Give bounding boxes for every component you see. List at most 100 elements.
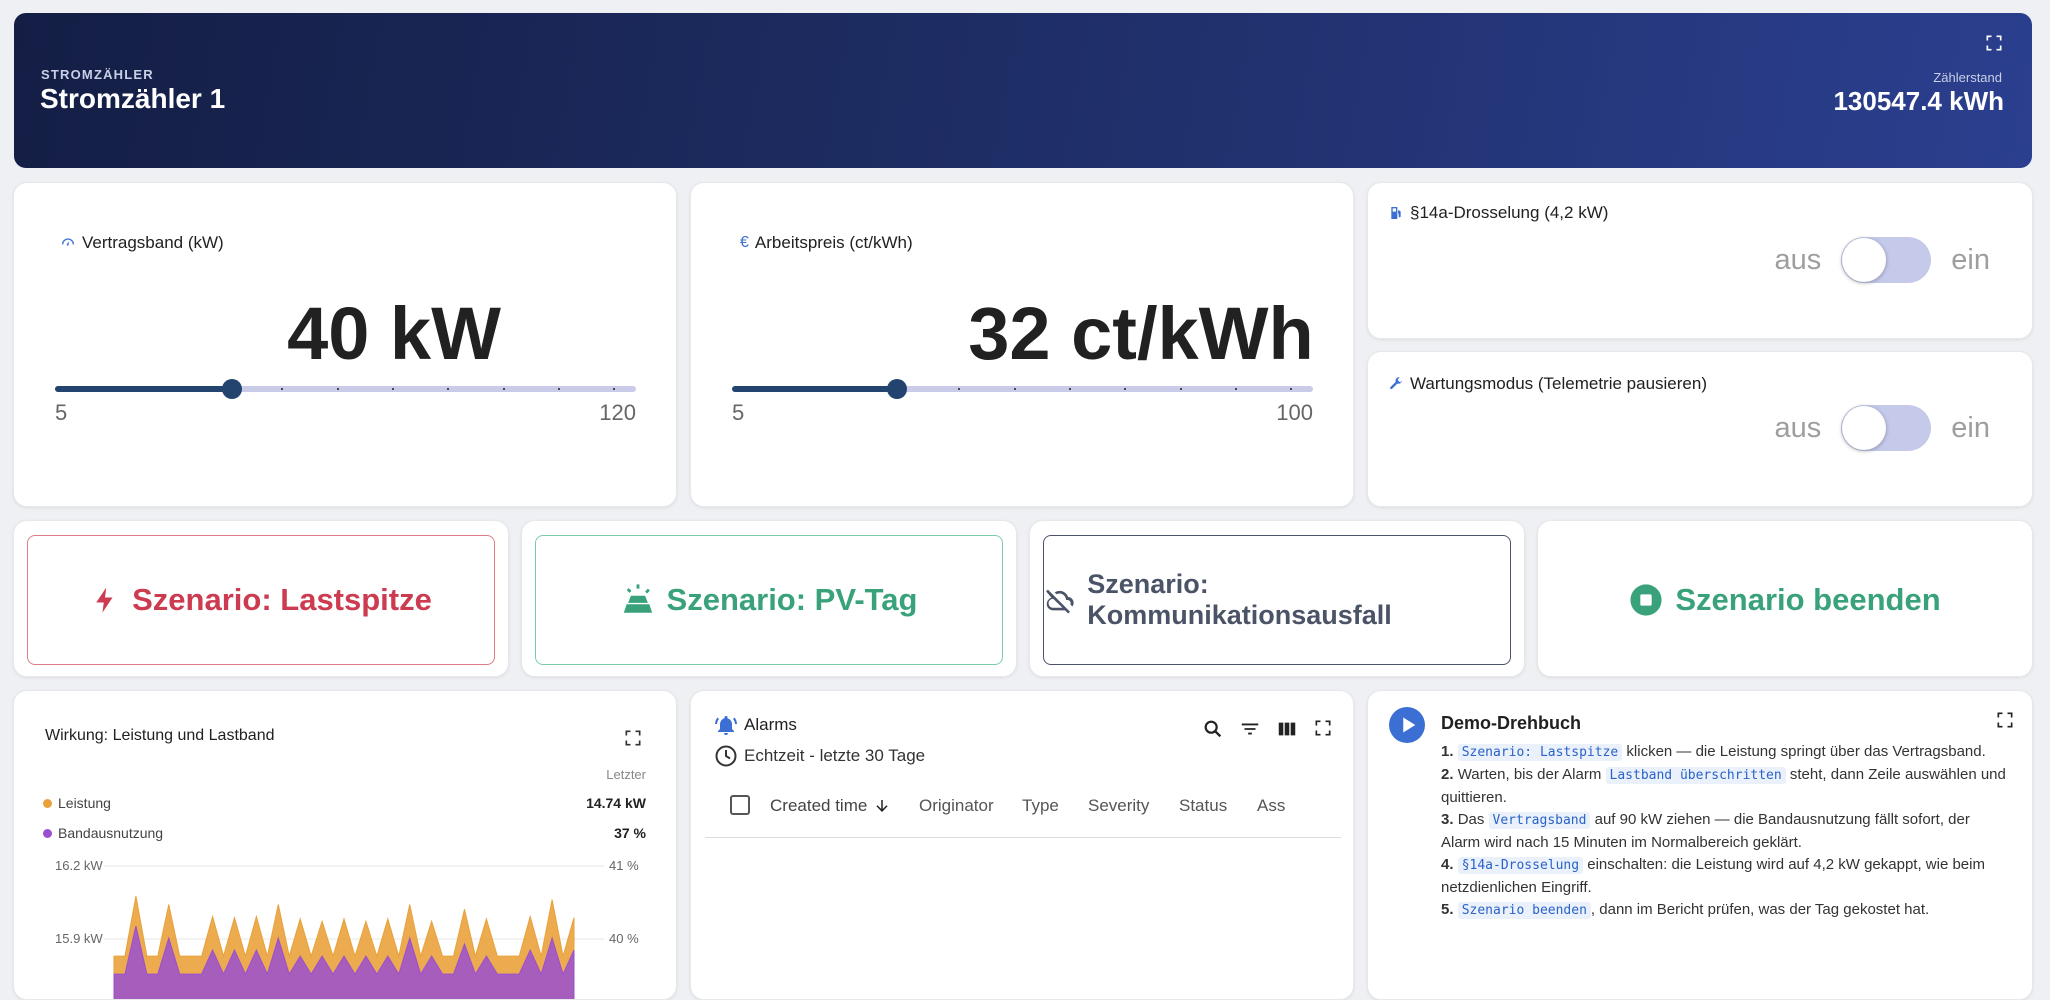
drehbuch-card: Demo-Drehbuch 1. Szenario: Lastspitze kl… [1367,690,2033,1000]
vertragsband-card: Vertragsband (kW) 40 kW 5 120 [13,182,677,507]
ev-charger-icon [1391,207,1401,219]
device-header: STROMZÄHLER Stromzähler 1 Zählerstand 13… [14,13,2032,168]
slider-tick [392,388,394,390]
slider-thumb[interactable] [887,379,908,399]
scenario-pv-card: Szenario: PV-Tag [521,520,1017,677]
wartung-toggle[interactable] [1841,405,1932,451]
slider-tick [1290,388,1293,390]
column-created-time[interactable]: Created time [770,796,891,816]
drosselung-on-label: ein [1951,243,1990,276]
column-originator[interactable]: Originator [919,796,994,816]
scenario-lastspitze-card: Szenario: Lastspitze [13,520,509,677]
slider-tick [336,388,339,390]
column-type[interactable]: Type [1022,796,1059,816]
drosselung-toggle[interactable] [1841,237,1932,283]
select-all-checkbox[interactable] [730,795,750,815]
alarms-card: Alarms Echtzeit - letzte 30 Tage Created… [690,690,1354,1000]
slider-tick [1124,388,1127,390]
scenario-lastspitze-button[interactable]: Szenario: Lastspitze [27,535,495,665]
drehbuch-step: 3. Das Vertragsband auf 90 kW ziehen — d… [1441,811,1970,851]
vertragsband-slider[interactable] [55,378,636,399]
fullscreen-icon[interactable] [1984,33,2004,53]
alarms-title: Alarms [744,715,797,734]
drosselung-title: §14a-Drosselung (4,2 kW) [1410,203,1609,222]
arbeitspreis-min: 5 [732,400,745,425]
drosselung-off-label: aus [1774,243,1822,276]
scenario-beenden-card: Szenario beenden [1537,520,2033,677]
bolt-icon [96,587,113,613]
slider-tick [1013,388,1016,390]
slider-thumb[interactable] [221,379,242,399]
chart-card: Wirkung: Leistung und Lastband Letzter L… [13,690,677,1000]
filter-icon[interactable] [1239,718,1261,740]
drehbuch-step: 1. Szenario: Lastspitze klicken — die Le… [1441,743,1986,761]
wartung-card: Wartungsmodus (Telemetrie pausieren) aus… [1367,351,2033,507]
slider-tick [281,388,284,390]
drehbuch-step: 5. Szenario beenden, dann im Bericht prü… [1441,901,1930,919]
clock-icon [715,745,737,767]
vertragsband-max: 120 [599,400,636,425]
code-chip: §14a-Drosselung [1457,857,1584,874]
drosselung-card: §14a-Drosselung (4,2 kW) aus ein [1367,182,2033,339]
play-icon[interactable] [1389,707,1425,743]
code-chip: Szenario: Lastspitze [1457,744,1623,761]
slider-tick [958,388,961,390]
arbeitspreis-slider[interactable] [732,378,1313,399]
column-severity[interactable]: Severity [1088,796,1149,816]
meter-reading-value: 130547.4 kWh [1833,86,2004,116]
vertragsband-min: 5 [55,400,68,425]
slider-tick [502,388,505,390]
gauge-icon [62,238,74,246]
column-status[interactable]: Status [1179,796,1227,816]
drehbuch-steps: 1. Szenario: Lastspitze klicken — die Le… [1441,741,2011,922]
fullscreen-icon[interactable] [1995,710,2015,730]
arrow-down-icon [876,800,888,812]
vertragsband-title: Vertragsband (kW) [82,233,224,252]
code-chip: Szenario beenden [1457,902,1591,919]
wartung-on-label: ein [1951,411,1990,444]
timewindow-selector[interactable]: Echtzeit - letzte 30 Tage [714,744,925,768]
slider-tick [613,388,616,390]
drehbuch-step: 4. §14a-Drosselung einschalten: die Leis… [1441,856,1985,896]
column-assignee[interactable]: Ass [1257,796,1285,816]
chart-plot [104,865,604,999]
solar-panel-icon [623,584,652,613]
meter-reading-label: Zählerstand [1933,70,2002,85]
device-type-label: STROMZÄHLER [41,67,154,82]
columns-icon[interactable] [1276,718,1298,740]
scenario-beenden-button[interactable]: Szenario beenden [1551,535,2019,665]
fullscreen-icon[interactable] [1313,718,1333,738]
vertragsband-value: 40 kW [287,292,501,375]
arbeitspreis-title: Arbeitspreis (ct/kWh) [754,233,913,252]
table-header-divider [705,837,1341,838]
bell-icon [715,716,737,735]
drehbuch-title: Demo-Drehbuch [1441,713,1582,733]
stop-circle-icon [1630,584,1662,616]
slider-tick [1069,388,1071,390]
timewindow-label: Echtzeit - letzte 30 Tage [744,746,926,765]
wartung-off-label: aus [1774,411,1822,444]
toggle-knob [1842,238,1887,282]
device-name: Stromzähler 1 [40,83,226,114]
arbeitspreis-card: € Arbeitspreis (ct/kWh) 32 ct/kWh 5 100 [690,182,1354,507]
slider-tick [1179,388,1182,390]
slider-tick [1235,388,1237,390]
drehbuch-step: 2. Warten, bis der Alarm Lastband übersc… [1441,766,2006,806]
wartung-title: Wartungsmodus (Telemetrie pausieren) [1410,374,1707,393]
wrench-icon [1390,377,1403,390]
scenario-pv-tag-button[interactable]: Szenario: PV-Tag [535,535,1003,665]
slider-fill [732,386,898,392]
slider-fill [55,386,232,392]
slider-tick [447,388,450,390]
euro-icon: € [740,234,749,251]
cloud-off-icon [1046,589,1074,614]
scenario-kommunikationsausfall-button[interactable]: Szenario: Kommunikationsausfall [1043,535,1511,665]
scenario-komm-card: Szenario: Kommunikationsausfall [1029,520,1525,677]
code-chip: Vertragsband [1488,812,1591,829]
arbeitspreis-value: 32 ct/kWh [968,292,1314,375]
toggle-knob [1842,406,1887,450]
code-chip: Lastband überschritten [1605,767,1786,784]
slider-tick [558,388,560,390]
search-icon[interactable] [1202,718,1224,740]
arbeitspreis-max: 100 [1276,400,1313,425]
